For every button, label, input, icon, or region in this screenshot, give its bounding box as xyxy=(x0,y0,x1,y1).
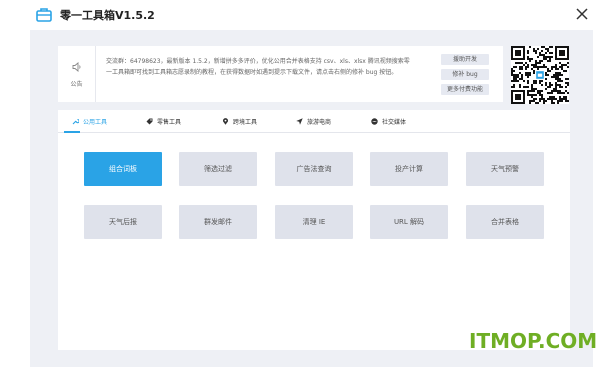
tab-label: 跨境工具 xyxy=(233,119,258,126)
title-bar: 零一工具箱V1.5.2 xyxy=(0,0,599,30)
tab-label: 公用工具 xyxy=(83,119,108,126)
watermark: ITMOP.COM xyxy=(469,329,598,353)
close-icon[interactable] xyxy=(573,5,591,23)
tool-filter-button[interactable]: 筛选过滤 xyxy=(179,152,257,186)
tool-mass-email-button[interactable]: 群发邮件 xyxy=(179,205,257,239)
notice-header: 公告 xyxy=(58,46,96,102)
window-title: 零一工具箱V1.5.2 xyxy=(60,9,155,22)
tool-url-decode-button[interactable]: URL 解码 xyxy=(370,205,448,239)
notice-label: 公告 xyxy=(70,81,83,88)
notice-line-1: 交流群：64798623，最新版本 1.5.2，新增拼多多评价，优化公用合并表格… xyxy=(106,58,410,65)
tab-label: 旅游电商 xyxy=(307,119,332,126)
fix-bug-button[interactable]: 修补 bug xyxy=(441,69,489,80)
tool-ad-law-query-button[interactable]: 广告法查询 xyxy=(275,152,353,186)
tool-weather-history-button[interactable]: 天气后报 xyxy=(84,205,162,239)
toolbox-icon xyxy=(36,8,52,22)
tab-label: 零售工具 xyxy=(157,119,182,126)
wrench-icon xyxy=(72,118,79,125)
tab-label: 社交媒体 xyxy=(382,119,407,126)
support-dev-button[interactable]: 援助开发 xyxy=(441,54,489,65)
tag-icon xyxy=(146,118,153,125)
tool-roi-calc-button[interactable]: 投产计算 xyxy=(370,152,448,186)
tool-combine-words-button[interactable]: 组合词板 xyxy=(84,152,162,186)
paper-plane-icon xyxy=(296,118,303,125)
speaker-icon xyxy=(72,62,81,72)
qr-code-icon xyxy=(511,46,569,104)
tab-bar: 公用工具 零售工具 跨境工具 旅游电商 社交媒体 xyxy=(58,110,570,133)
more-paid-features-button[interactable]: 更多付费功能 xyxy=(441,84,489,95)
tool-panel: 公用工具 零售工具 跨境工具 旅游电商 社交媒体 组合词板 筛选过滤 广告法查询… xyxy=(58,110,570,350)
notice-bar: 公告 交流群：64798623，最新版本 1.5.2，新增拼多多评价，优化公用合… xyxy=(58,46,503,102)
chat-icon xyxy=(371,118,378,125)
tool-weather-alert-button[interactable]: 天气预警 xyxy=(466,152,544,186)
notice-line-2: 一工具箱即可找到工具箱志愿录制的教程，在获得数据时如遇到提示下载文件，请点击右侧… xyxy=(106,69,398,76)
notice-text: 交流群：64798623，最新版本 1.5.2，新增拼多多评价，优化公用合并表格… xyxy=(106,56,436,78)
location-pin-icon xyxy=(223,118,228,125)
tool-clean-ie-button[interactable]: 清理 IE xyxy=(275,205,353,239)
tool-merge-table-button[interactable]: 合并表格 xyxy=(466,205,544,239)
qr-code xyxy=(511,46,569,104)
